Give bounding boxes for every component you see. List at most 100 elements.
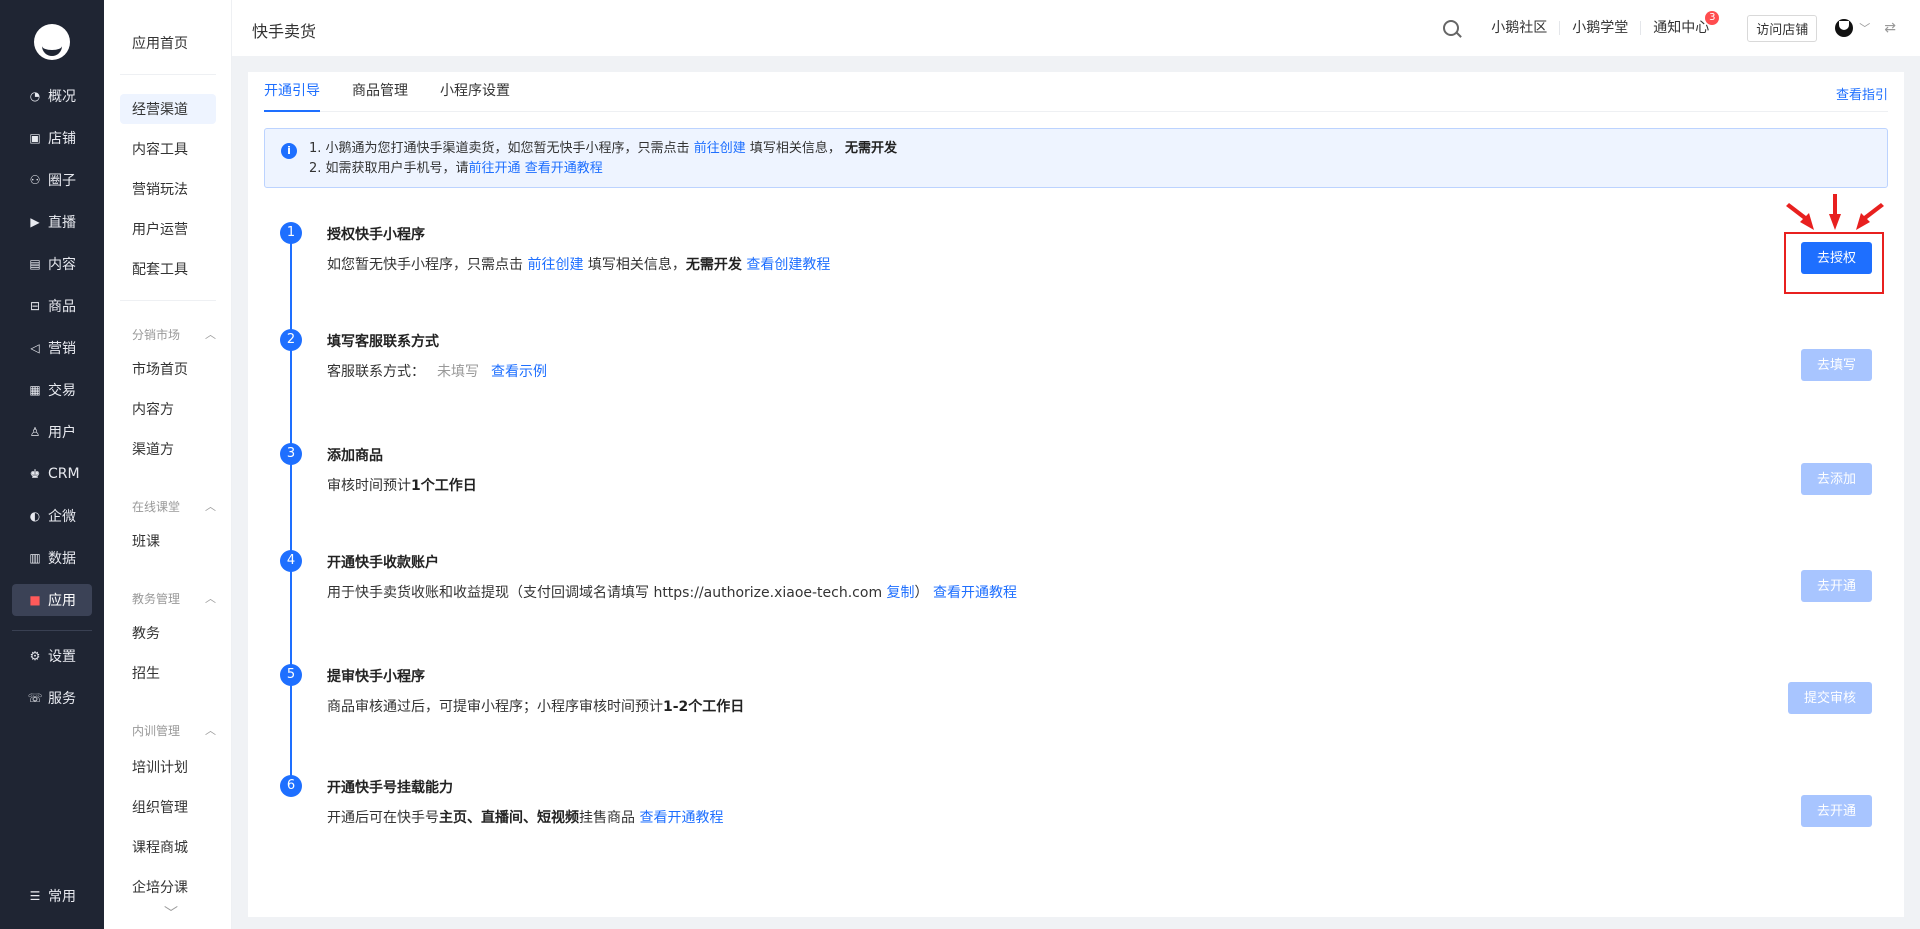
nav-item-overview[interactable]: ◔ 概况: [12, 80, 92, 112]
crm-icon: ♚: [29, 467, 41, 481]
step-number: 4: [280, 550, 302, 572]
submit-review-button[interactable]: 提交审核: [1787, 682, 1872, 714]
subnav-item-content-side[interactable]: 内容方: [120, 394, 216, 424]
activate-mount-button[interactable]: 去开通: [1800, 795, 1872, 827]
subnav-item-support-tools[interactable]: 配套工具: [120, 254, 216, 284]
add-product-button[interactable]: 去添加: [1800, 463, 1872, 495]
subnav-item-org-management[interactable]: 组织管理: [120, 792, 216, 822]
nav-item-marketing[interactable]: ◁ 营销: [12, 332, 92, 364]
nav-item-data[interactable]: ▥ 数据: [12, 542, 92, 574]
subnav-item-academic[interactable]: 教务: [120, 618, 216, 648]
subnav-item-class[interactable]: 班课: [120, 526, 216, 556]
wecom-icon: ◐: [29, 509, 41, 523]
nav-item-live[interactable]: ▶ 直播: [12, 206, 92, 238]
step-description: 审核时间预计1个工作日: [327, 478, 477, 494]
subnav-item-app-home[interactable]: 应用首页: [120, 28, 216, 58]
chart-pie-icon: ◔: [29, 89, 41, 103]
nav-item-content[interactable]: ▤ 内容: [12, 248, 92, 280]
subnav-item-marketing-plays[interactable]: 营销玩法: [120, 174, 216, 204]
avatar[interactable]: [1835, 19, 1854, 37]
step-timeline: [290, 236, 292, 788]
notice-line-2: 2. 如需获取用户手机号，请前往开通 查看开通教程: [309, 161, 603, 176]
step-number: 2: [280, 329, 302, 351]
nav-item-crm[interactable]: ♚ CRM: [12, 458, 92, 490]
chevron-down-icon[interactable]: ﹀: [1859, 20, 1870, 36]
notification-center-link[interactable]: 通知中心 3: [1641, 11, 1721, 35]
main-nav: ◔ 概况 ▣ 店铺 ⚇ 圈子 ▶ 直播 ▤ 内容 ⊟ 商品 ◁ 营销 ▦ 交易 ♙ 用户 ♚ CRM…: [0, 0, 104, 929]
view-activation-tutorial-link[interactable]: 查看开通教程: [525, 161, 603, 176]
subnav-item-channels[interactable]: 经营渠道: [120, 94, 216, 124]
step-description: 如您暂无快手小程序，只需点击 前往创建 填写相关信息，无需开发 查看创建教程: [327, 257, 831, 273]
go-create-link[interactable]: 前往创建: [694, 141, 746, 156]
step-title: 提审快手小程序: [327, 669, 425, 685]
nav-item-apps[interactable]: ■ 应用: [12, 584, 92, 616]
info-icon: i: [281, 143, 297, 159]
step-description: 用于快手卖货收账和收益提现（支付回调域名请填写 https://authoriz…: [327, 585, 1017, 601]
subnav-item-enrollment[interactable]: 招生: [120, 658, 216, 688]
nav-item-users[interactable]: ♙ 用户: [12, 416, 92, 448]
live-icon: ▶: [30, 215, 40, 229]
chevron-down-icon[interactable]: ﹀: [164, 903, 178, 923]
subnav-group-training[interactable]: 内训管理 ︿: [120, 720, 216, 740]
chevron-up-icon: ︿: [205, 500, 216, 513]
subnav-group-online-class[interactable]: 在线课堂 ︿: [120, 496, 216, 516]
chevron-up-icon: ︿: [205, 592, 216, 605]
community-link[interactable]: 小鹅社区: [1479, 21, 1561, 35]
page-title: 快手卖货: [252, 22, 317, 41]
search-icon[interactable]: [1443, 20, 1460, 36]
subnav-item-market-home[interactable]: 市场首页: [120, 354, 216, 384]
step-title: 开通快手收款账户: [327, 555, 439, 571]
notice-line-1: 1. 小鹅通为您打通快手渠道卖货，如您暂无快手小程序，只需点击 前往创建 填写相…: [309, 141, 898, 156]
nav-item-store[interactable]: ▣ 店铺: [12, 122, 92, 154]
step-number: 1: [280, 222, 302, 244]
subnav-item-course-mall[interactable]: 课程商城: [120, 832, 216, 862]
subnav-group-distribution[interactable]: 分销市场 ︿: [120, 324, 216, 344]
nav-item-circle[interactable]: ⚇ 圈子: [12, 164, 92, 196]
activate-payment-button[interactable]: 去开通: [1800, 570, 1872, 602]
go-activate-link[interactable]: 前往开通: [469, 161, 521, 176]
copy-link[interactable]: 复制: [887, 585, 915, 601]
nav-item-trade[interactable]: ▦ 交易: [12, 374, 92, 406]
fill-in-button[interactable]: 去填写: [1800, 349, 1872, 381]
view-guide-link[interactable]: 查看指引: [1836, 84, 1888, 103]
subnav-item-user-ops[interactable]: 用户运营: [120, 214, 216, 244]
switch-icon[interactable]: ⇄: [1884, 20, 1896, 36]
go-create-link[interactable]: 前往创建: [527, 257, 583, 273]
trade-icon: ▦: [29, 383, 41, 397]
service-icon: ☏: [27, 691, 43, 705]
brand-logo[interactable]: [34, 24, 70, 60]
step-title: 授权快手小程序: [327, 227, 425, 243]
subnav-item-channel-side[interactable]: 渠道方: [120, 434, 216, 464]
nav-item-settings[interactable]: ⚙ 设置: [12, 640, 92, 672]
subnav-item-training-plan[interactable]: 培训计划: [120, 752, 216, 782]
view-activation-tutorial-link[interactable]: 查看开通教程: [933, 585, 1017, 601]
nav-item-service[interactable]: ☏ 服务: [12, 682, 92, 714]
list-icon: ☰: [29, 889, 41, 903]
step-title: 开通快手号挂载能力: [327, 780, 453, 796]
document-icon: ▤: [29, 257, 41, 271]
subnav-divider: [120, 300, 216, 301]
group-icon: ⚇: [29, 173, 41, 187]
tab-product-management[interactable]: 商品管理: [352, 71, 408, 111]
tab-miniapp-settings[interactable]: 小程序设置: [440, 71, 510, 111]
view-example-link[interactable]: 查看示例: [491, 364, 547, 380]
view-activation-tutorial-link[interactable]: 查看开通教程: [639, 810, 723, 826]
nav-item-wecom[interactable]: ◐ 企微: [12, 500, 92, 532]
visit-store-button[interactable]: 访问店铺: [1747, 14, 1818, 42]
highlight-annotation: [1784, 232, 1884, 294]
chevron-up-icon: ︿: [205, 328, 216, 341]
academy-link[interactable]: 小鹅学堂: [1560, 21, 1642, 35]
step-number: 3: [280, 443, 302, 465]
subnav-group-academic[interactable]: 教务管理 ︿: [120, 588, 216, 608]
nav-item-products[interactable]: ⊟ 商品: [12, 290, 92, 322]
step-number: 5: [280, 664, 302, 686]
nav-divider: [12, 630, 92, 631]
nav-item-common[interactable]: ☰ 常用: [12, 880, 92, 912]
store-icon: ▣: [29, 131, 41, 145]
subnav-item-enterprise-course[interactable]: 企培分课: [120, 872, 216, 902]
top-bar-actions: 小鹅社区 小鹅学堂 通知中心 3 访问店铺 ﹀ ⇄: [1443, 0, 1896, 56]
view-create-tutorial-link[interactable]: 查看创建教程: [746, 257, 830, 273]
arrow-annotation-icon: [1786, 194, 1884, 230]
tab-setup-guide[interactable]: 开通引导: [264, 71, 320, 112]
subnav-item-content-tools[interactable]: 内容工具: [120, 134, 216, 164]
